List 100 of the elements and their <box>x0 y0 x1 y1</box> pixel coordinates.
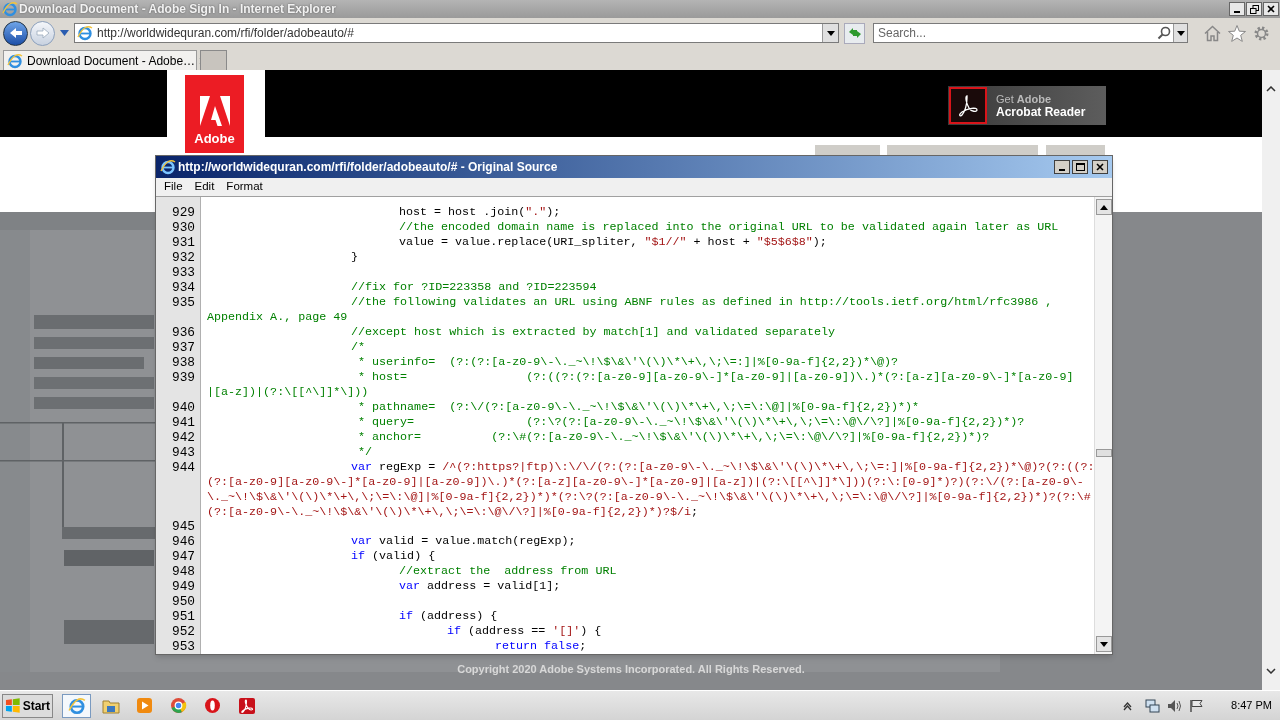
line-number: 943 <box>171 444 195 460</box>
start-button[interactable]: Start <box>2 693 53 718</box>
volume-icon[interactable] <box>1167 698 1183 713</box>
restore-button[interactable] <box>1246 2 1262 16</box>
line-number: 936 <box>171 324 195 340</box>
copyright-text: Copyright 2020 Adobe Systems Incorporated. All Rights Reserved. <box>457 661 805 677</box>
line-number: 937 <box>171 339 195 355</box>
scroll-up-button[interactable] <box>1095 199 1112 215</box>
menu-item[interactable]: File <box>158 178 189 196</box>
dropdown-button[interactable] <box>1173 24 1187 42</box>
code-line: //the encoded domain name is replaced into the original URL to be validated again later as URL <box>399 220 1059 235</box>
minimize-button[interactable] <box>1054 160 1070 174</box>
scroll-down-button[interactable] <box>1095 636 1112 652</box>
dropdown-icon[interactable] <box>60 30 69 36</box>
logo-text: Adobe <box>194 132 235 145</box>
line-number: 951 <box>171 609 195 624</box>
search-placeholder: Search... <box>878 25 927 42</box>
scroll-up-icon[interactable] <box>1266 86 1276 92</box>
line-number: 933 <box>171 265 195 280</box>
address-bar[interactable]: http://worldwidequran.com/rfi/folder/adobeauto/# <box>74 23 839 43</box>
window-title: Download Document - Adobe Sign In - Internet Explorer <box>19 1 336 18</box>
line-number: 950 <box>171 594 195 609</box>
chrome-icon <box>170 697 187 714</box>
line-number: 935 <box>171 295 195 310</box>
line-number: 934 <box>171 280 195 295</box>
line-number: 932 <box>171 250 195 265</box>
code-line: if (address == '[]') { <box>447 624 602 639</box>
folder-icon <box>101 697 120 714</box>
line-number: 929 <box>171 205 195 220</box>
code-line: Appendix A., page 49 <box>207 309 348 325</box>
line-number: 930 <box>171 220 195 235</box>
caret-icon <box>1099 204 1108 210</box>
star-icon[interactable] <box>1228 24 1246 42</box>
code-line: //the following validates an URL using ABNF rules as defined in http://tools.ietf.org/html/rfc3986 , <box>351 294 1053 310</box>
network-icon[interactable] <box>1145 698 1161 713</box>
search-field[interactable]: Search... <box>873 23 1188 43</box>
back-arrow-icon <box>8 27 23 39</box>
line-number: 939 <box>171 369 195 385</box>
acrobat-icon <box>949 87 987 124</box>
maximize-button[interactable] <box>1072 160 1088 174</box>
address-text: http://worldwidequran.com/rfi/folder/adobeauto/# <box>97 25 354 42</box>
pdf-icon <box>237 696 256 715</box>
home-icon[interactable] <box>1204 24 1221 42</box>
code-line: \._~\!\$\&\'\(\)\*\+\,\;\=\:\@]|%[0-9a-f]{2,2})*)*(?:\?(?:[a-z0-9\-\._~\!\$\&\'\(\)\*\+\,\;\=\:\@\/\?]|%[0-9a-f]{2,2})*)?(?:\# <box>207 489 1091 505</box>
ie-icon <box>77 25 93 41</box>
code-line: return false; <box>495 639 587 654</box>
code-line: value = value.replace(URI_spliter, "$1//" + host + "$5$6$8"); <box>399 235 827 250</box>
code-line: * query= (?:\?(?:[a-z0-9\-\._~\!\$\&\'\(\)\*\+\,\;\=\:\@\/\?]|%[0-9a-f]{2,2})*)? <box>357 414 1025 430</box>
code-line: * host= (?:((?:(?:[a-z0-9][a-z0-9\-]*[a-z0-9]|[a-z0-9])\.)*(?:[a-z][a-z0-9\-]*[a-z0-9] <box>357 369 1074 385</box>
line-number: 952 <box>171 624 195 639</box>
get-reader-button[interactable]: Get Adobe Acrobat Reader <box>948 86 1106 125</box>
code-line: host = host .join("."); <box>399 205 561 220</box>
tray-arrow-icon[interactable] <box>1123 700 1133 711</box>
scroll-down-icon[interactable] <box>1266 668 1276 674</box>
refresh-icon <box>847 27 862 39</box>
close-icon <box>1096 163 1104 171</box>
clock-text: 8:47 PM <box>1231 698 1272 714</box>
taskbar-button[interactable] <box>62 693 91 718</box>
code-line: var regExp = /^(?:https?|ftp)\:\/\/(?:(?:[a-z0-9\-\._~\!\$\&\'\(\)\*\+\,\;\=:]|%[0-9a-f]{2,2})*\@)?(?:((?: <box>351 459 1095 475</box>
code-line: var valid = value.match(regExp); <box>351 534 576 550</box>
line-number: 931 <box>171 235 195 250</box>
close-button[interactable] <box>1263 2 1279 16</box>
scroll-thumb[interactable] <box>1095 449 1112 457</box>
code-line: * anchor= (?:\#(?:[a-z0-9\-\._~\!\$\&\'\(\)\*\+\,\;\=\:\@\/\?]|%[0-9a-f]{2,2})*)? <box>357 429 990 445</box>
line-number: 942 <box>171 429 195 445</box>
line-number: 938 <box>171 354 195 370</box>
code-scrollbar[interactable] <box>1094 197 1112 654</box>
browser-icon <box>204 697 221 714</box>
code-line: if (valid) { <box>351 549 436 565</box>
settings-icon[interactable] <box>1253 24 1270 42</box>
page-scrollbar[interactable] <box>1262 70 1280 690</box>
ie-icon <box>160 159 176 175</box>
minimize-button[interactable] <box>1229 2 1245 16</box>
window-title: http://worldwidequran.com/rfi/folder/adobeauto/# - Original Source <box>178 159 558 176</box>
code-line: //extract the address from URL <box>399 564 617 580</box>
browser-tab[interactable]: Download Document - Adobe… <box>3 50 197 70</box>
forward-arrow-icon <box>35 27 50 39</box>
close-button[interactable] <box>1092 160 1108 174</box>
windows-logo-icon <box>5 698 21 713</box>
menu-item[interactable]: Edit <box>188 178 221 196</box>
line-number: 953 <box>171 639 195 654</box>
code-line: (?:[a-z0-9][a-z0-9\-]*[a-z0-9]|[a-z0-9])\.)*(?:[a-z][a-z0-9\-]*[a-z0-9]|[a-z])|(?:\[[^\]]*\]))(?:\:[0-9]*)?)(?:\/(?:[a-z0-9\- <box>207 474 1084 490</box>
code-line: /* <box>351 339 366 355</box>
media-player-icon <box>136 697 153 714</box>
code-line: * pathname= (?:\/(?:[a-z0-9\-\._~\!\$\&\'\(\)\*\+\,\;\=\:\@]|%[0-9a-f]{2,2})*)* <box>357 399 920 415</box>
line-number: 944 <box>171 459 195 475</box>
menu-item[interactable]: Format <box>220 178 269 196</box>
back-button[interactable] <box>3 20 28 46</box>
dropdown-button[interactable] <box>822 24 838 42</box>
code-line: |[a-z])|(?:\[[^\]]*\])) <box>207 384 369 400</box>
search-icon[interactable] <box>1157 26 1171 40</box>
restore-icon <box>1249 4 1259 14</box>
refresh-button[interactable] <box>844 22 865 44</box>
flag-icon[interactable] <box>1189 698 1205 713</box>
caret-icon <box>1176 30 1185 36</box>
code-line: if (address) { <box>399 609 498 624</box>
code-line: * userinfo= (?:(?:[a-z0-9\-\._~\!\$\&\'\(\)\*\+\,\;\=:]|%[0-9a-f]{2,2})*\@)? <box>357 354 899 370</box>
ie-icon <box>67 696 86 715</box>
adobe-logo[interactable]: Adobe <box>185 75 244 153</box>
line-number: 949 <box>171 579 195 594</box>
